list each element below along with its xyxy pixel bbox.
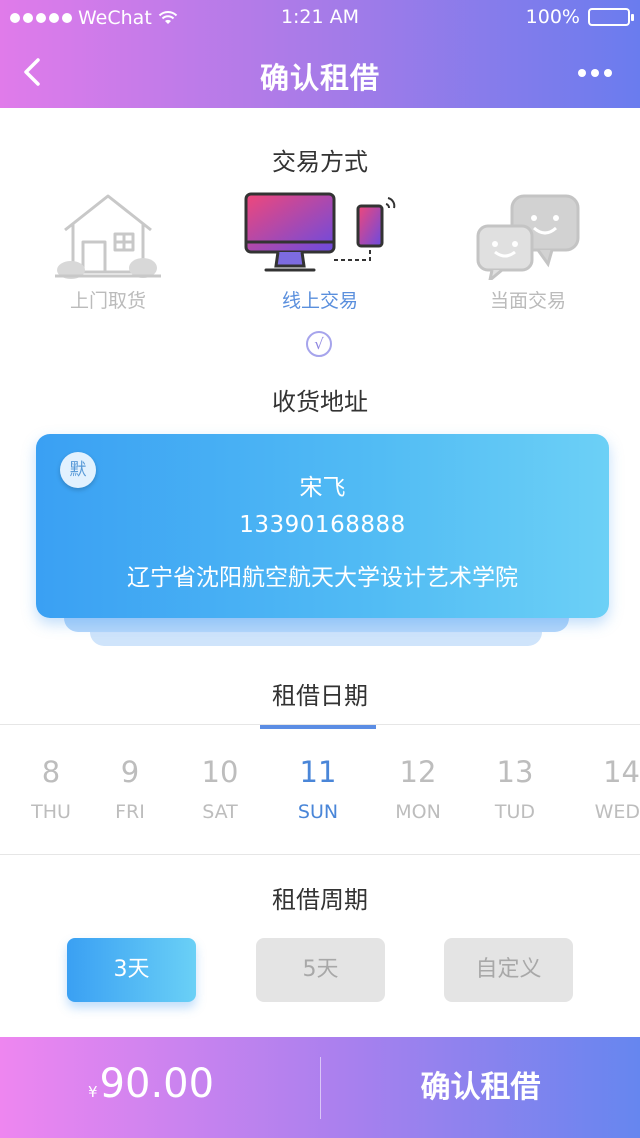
trade-option-online[interactable]: 线上交易 — [230, 190, 410, 313]
date-item[interactable]: 13 TUD — [470, 752, 560, 823]
date-weekday: MON — [395, 801, 441, 823]
status-bar: WeChat 1:21 AM 100% — [0, 0, 640, 36]
currency-symbol: ¥ — [88, 1083, 98, 1101]
rental-period-title: 租借周期 — [272, 886, 368, 914]
house-icon — [55, 194, 161, 279]
date-item-selected[interactable]: 11 SUN — [273, 752, 363, 823]
trade-option-label: 线上交易 — [281, 290, 358, 312]
period-option-3-days[interactable]: 3天 — [67, 938, 196, 1002]
date-number: 9 — [120, 755, 140, 789]
date-item[interactable]: 10 SAT — [175, 752, 265, 823]
period-option-5-days[interactable]: 5天 — [256, 938, 385, 1002]
date-weekday: FRI — [115, 801, 145, 823]
date-item[interactable]: 9 FRI — [85, 752, 175, 823]
page-title: 确认租借 — [259, 61, 380, 95]
more-icon[interactable] — [578, 58, 618, 88]
battery-label: 100% — [525, 6, 580, 28]
recipient-phone: 13390168888 — [239, 512, 406, 538]
date-number: 12 — [399, 755, 437, 789]
status-right: 100% — [525, 6, 634, 28]
date-item[interactable]: 8 THU — [6, 752, 96, 823]
computer-phone-icon — [244, 192, 396, 272]
chat-bubbles-icon — [476, 194, 580, 280]
recipient-address: 辽宁省沈阳航空航天大学设计艺术学院 — [127, 565, 518, 591]
date-weekday: SUN — [297, 801, 339, 823]
battery-icon — [588, 8, 634, 26]
date-number: 14 — [603, 755, 640, 789]
trade-method-title: 交易方式 — [272, 148, 368, 176]
total-price: ¥ 90.00 — [88, 1061, 214, 1107]
trade-option-face-to-face[interactable]: 当面交易 — [438, 190, 618, 313]
date-number: 13 — [496, 755, 534, 789]
trade-option-pickup[interactable]: 上门取货 — [18, 190, 198, 313]
selected-check-icon: √ — [306, 331, 332, 357]
divider — [0, 854, 640, 855]
date-weekday: WED — [594, 801, 640, 823]
recipient-name: 宋飞 — [299, 475, 346, 501]
nav-bar: 确认租借 — [0, 36, 640, 108]
trade-option-label: 当面交易 — [489, 290, 566, 312]
date-number: 8 — [41, 755, 61, 789]
date-weekday: THU — [31, 801, 71, 823]
divider — [0, 724, 640, 725]
confirm-rent-button[interactable]: 确认租借 — [321, 1037, 640, 1138]
address-title: 收货地址 — [272, 388, 368, 416]
address-card[interactable]: 默 宋飞 13390168888 辽宁省沈阳航空航天大学设计艺术学院 — [36, 434, 609, 618]
date-item[interactable]: 14 WED — [550, 752, 640, 823]
bottom-bar: ¥ 90.00 确认租借 — [0, 1037, 640, 1138]
rental-date-title: 租借日期 — [272, 682, 368, 710]
header: WeChat 1:21 AM 100% 确认租借 — [0, 0, 640, 108]
price-amount: 90.00 — [99, 1061, 215, 1107]
date-item[interactable]: 12 MON — [373, 752, 463, 823]
date-weekday: TUD — [494, 801, 536, 823]
date-number: 11 — [299, 755, 337, 789]
date-number: 10 — [201, 755, 239, 789]
date-weekday: SAT — [202, 801, 238, 823]
period-option-custom[interactable]: 自定义 — [444, 938, 573, 1002]
trade-option-label: 上门取货 — [69, 290, 146, 312]
